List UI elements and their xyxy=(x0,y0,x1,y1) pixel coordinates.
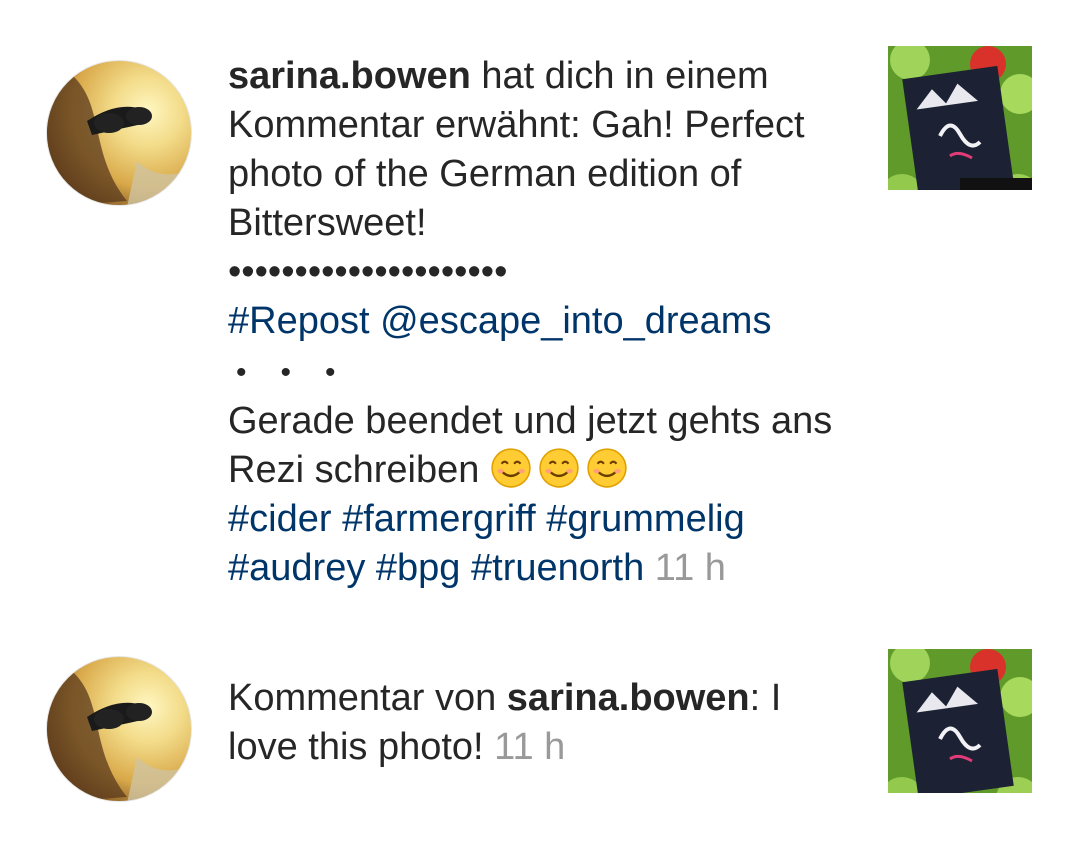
mention-link[interactable]: @escape_into_dreams xyxy=(380,300,771,342)
separator-dots: ••••••••••••••••••••• xyxy=(228,251,508,293)
hashtag[interactable]: #truenorth xyxy=(471,547,644,589)
avatar-photo xyxy=(47,61,191,205)
book-photo xyxy=(888,46,1032,190)
avatar[interactable] xyxy=(46,656,192,802)
separator-dots-small: ••• xyxy=(236,356,370,389)
avatar-photo xyxy=(47,657,191,801)
timestamp: 11 h xyxy=(654,547,726,589)
hashtag[interactable]: #bpg xyxy=(376,547,461,589)
avatar[interactable] xyxy=(46,60,192,206)
username[interactable]: sarina.bowen xyxy=(507,677,750,719)
notification-prefix: Kommentar von xyxy=(228,677,507,719)
post-thumbnail[interactable] xyxy=(888,46,1032,190)
hashtag[interactable]: #audrey xyxy=(228,547,365,589)
timestamp: 11 h xyxy=(494,726,566,768)
post-thumbnail[interactable] xyxy=(888,649,1032,793)
hashtag[interactable]: #farmergriff xyxy=(342,498,536,540)
book-photo xyxy=(888,649,1032,793)
hashtag-repost[interactable]: #Repost xyxy=(228,300,370,342)
smiling-face-icon xyxy=(539,448,579,488)
smiling-face-icon xyxy=(587,448,627,488)
smiling-face-icon xyxy=(491,448,531,488)
hashtag[interactable]: #cider xyxy=(228,498,332,540)
hashtag[interactable]: #grummelig xyxy=(546,498,745,540)
username[interactable]: sarina.bowen xyxy=(228,55,471,97)
